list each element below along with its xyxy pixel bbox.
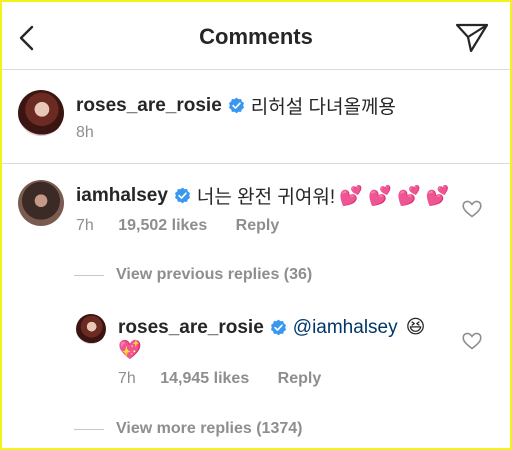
reply-likes[interactable]: 14,945 likes xyxy=(160,370,249,387)
view-more-replies-label: View more replies (1374) xyxy=(116,420,303,437)
comment-username[interactable]: iamhalsey xyxy=(76,185,168,207)
reply-line: roses_are_rosie @iamhalsey 😆 xyxy=(118,316,425,339)
page-title: Comments xyxy=(199,24,313,49)
caption-meta: 8h xyxy=(76,124,94,142)
comment-line: iamhalsey 너는 완전 귀여워! 💕 💕 💕 💕 xyxy=(76,182,450,209)
view-more-replies[interactable]: View more replies (1374) xyxy=(74,420,302,438)
paper-plane-icon[interactable] xyxy=(454,22,490,54)
hearts-emoji: 💕 💕 💕 💕 xyxy=(339,185,450,207)
post-caption: roses_are_rosie 리허설 다녀올께용 8h xyxy=(0,70,512,164)
like-heart-icon[interactable] xyxy=(462,200,482,218)
comments-header: Comments xyxy=(0,0,512,70)
caption-text: 리허설 다녀올께용 xyxy=(250,97,396,118)
avatar[interactable] xyxy=(18,180,64,226)
divider xyxy=(74,274,104,276)
view-previous-replies-label: View previous replies (36) xyxy=(116,266,313,283)
avatar[interactable] xyxy=(76,314,106,344)
laughing-emoji: 😆 xyxy=(405,317,426,338)
reply-reply-button[interactable]: Reply xyxy=(278,370,322,387)
comment-time: 7h xyxy=(76,217,94,234)
verified-badge-icon xyxy=(174,187,190,204)
caption-line: roses_are_rosie 리허설 다녀올께용 xyxy=(76,92,396,119)
sparkling-heart-emoji: 💖 xyxy=(118,340,142,361)
comment-reply-button[interactable]: Reply xyxy=(236,217,280,234)
view-previous-replies[interactable]: View previous replies (36) xyxy=(74,266,312,284)
like-heart-icon[interactable] xyxy=(462,332,482,350)
reply-username[interactable]: roses_are_rosie xyxy=(118,317,264,339)
verified-badge-icon xyxy=(228,97,244,114)
caption-username[interactable]: roses_are_rosie xyxy=(76,95,222,117)
verified-badge-icon xyxy=(270,319,286,336)
reply-meta: 7h 14,945 likes Reply xyxy=(118,370,321,388)
divider xyxy=(74,428,104,430)
reply-time: 7h xyxy=(118,370,136,387)
caption-time: 8h xyxy=(76,124,94,141)
reply-mention-link[interactable]: @iamhalsey xyxy=(293,317,398,339)
comment-likes[interactable]: 19,502 likes xyxy=(118,217,207,234)
avatar[interactable] xyxy=(18,90,64,136)
reply-line-2: 💖 xyxy=(118,338,142,362)
comment-text: 너는 완전 귀여워! xyxy=(196,187,336,208)
comment-meta: 7h 19,502 likes Reply xyxy=(76,217,279,235)
